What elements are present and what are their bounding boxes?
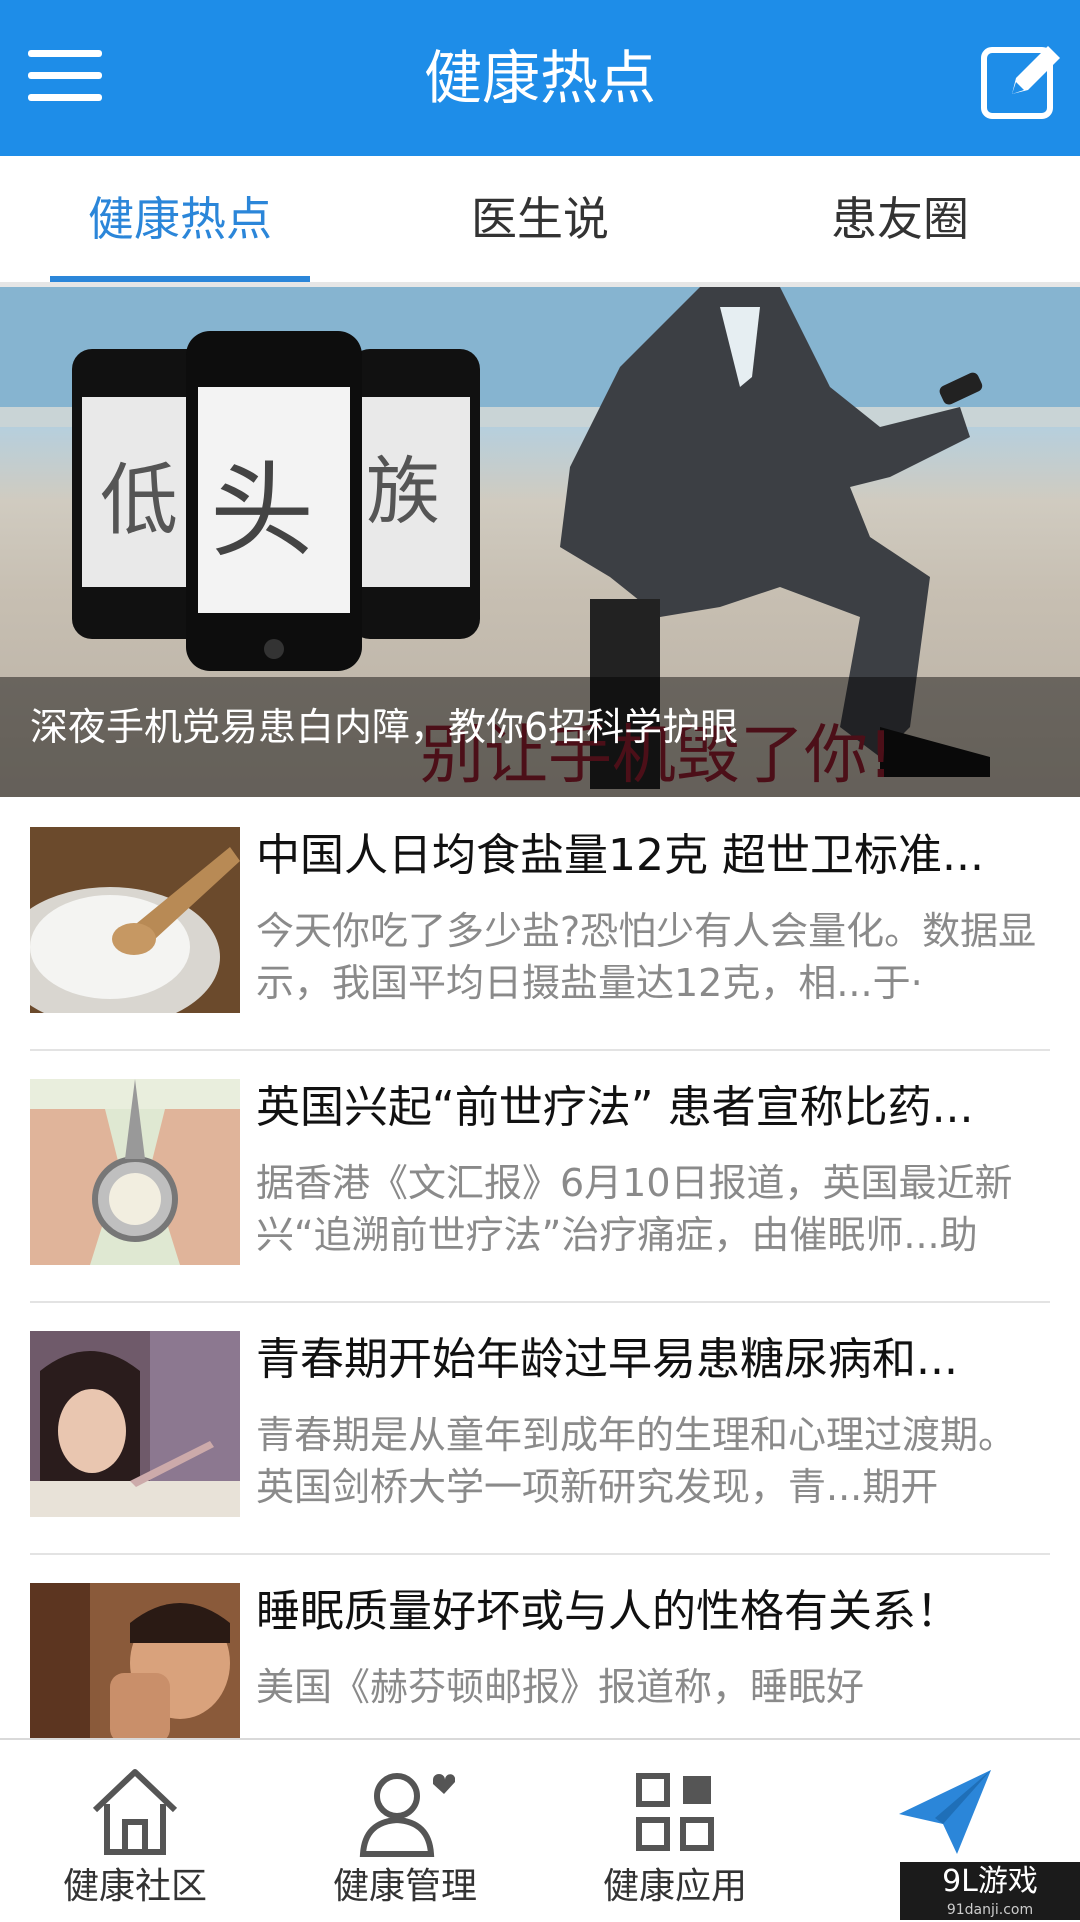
nav-label: 健康社区 xyxy=(62,1866,207,1907)
banner-caption: 深夜手机党易患白内障，教你6招科学护眼 xyxy=(30,705,739,749)
nav-health-apps[interactable]: 健康应用 xyxy=(540,1740,810,1922)
news-item[interactable]: 青春期开始年龄过早易患糖尿病和... 青春期是从童年到成年的生理和心理过渡期。英… xyxy=(30,1301,1050,1555)
banner-phone-char-2: 头 xyxy=(210,450,314,572)
house-icon xyxy=(85,1762,185,1862)
news-thumbnail xyxy=(30,827,240,1013)
page-title: 健康热点 xyxy=(423,44,656,112)
tab-doctor-says[interactable]: 医生说 xyxy=(360,156,720,282)
tab-bar: 健康热点 医生说 患友圈 xyxy=(0,156,1080,288)
watermark-site: 91danji.com xyxy=(946,1902,1034,1918)
news-item[interactable]: 中国人日均食盐量12克 超世卫标准... 今天你吃了多少盐?恐怕少有人会量化。数… xyxy=(30,797,1050,1051)
news-item[interactable]: 英国兴起“前世疗法” 患者宣称比药... 据香港《文汇报》6月10日报道，英国最… xyxy=(30,1049,1050,1303)
banner-phone-char-3: 族 xyxy=(366,449,440,535)
apps-grid-icon xyxy=(625,1762,725,1862)
nav-label: 健康应用 xyxy=(602,1866,747,1907)
edit-icon[interactable] xyxy=(978,36,1068,126)
news-title: 睡眠质量好坏或与人的性格有关系！ xyxy=(256,1586,960,1637)
news-summary: 青春期是从童年到成年的生理和心理过渡期。英国剑桥大学一项新研究发现，青...期开 xyxy=(256,1413,1017,1509)
tab-patient-circle[interactable]: 患友圈 xyxy=(720,156,1080,282)
news-thumbnail xyxy=(30,1583,240,1738)
paper-plane-icon xyxy=(895,1762,995,1862)
active-tab-indicator xyxy=(50,276,310,282)
user-heart-icon xyxy=(355,1762,456,1862)
watermark-logo: 9L游戏 91danji.com xyxy=(900,1862,1080,1920)
banner-carousel[interactable]: 低 头 族 别让手机毁了你! 深夜手机党易患白内障，教你6招科学护眼 xyxy=(0,287,1080,797)
news-item[interactable]: 睡眠质量好坏或与人的性格有关系！ 美国《赫芬顿邮报》报道称，睡眠好 xyxy=(30,1553,1050,1738)
nav-health-management[interactable]: 健康管理 xyxy=(270,1740,540,1922)
news-summary: 今天你吃了多少盐?恐怕少有人会量化。数据显示，我国平均日摄盐量达12克，相...… xyxy=(256,909,1037,1005)
news-summary: 美国《赫芬顿邮报》报道称，睡眠好 xyxy=(256,1665,865,1709)
news-title: 英国兴起“前世疗法” 患者宣称比药... xyxy=(256,1082,974,1133)
news-summary: 据香港《文汇报》6月10日报道，英国最近新兴“追溯前世疗法”治疗痛症，由催眠师.… xyxy=(256,1161,1013,1257)
app-bar: 健康热点 xyxy=(0,0,1080,156)
tab-health-hotspot[interactable]: 健康热点 xyxy=(0,156,360,282)
banner-phone-char-1: 低 xyxy=(100,456,178,546)
news-thumbnail xyxy=(30,1079,240,1265)
news-title: 青春期开始年龄过早易患糖尿病和... xyxy=(256,1334,958,1385)
news-title: 中国人日均食盐量12克 超世卫标准... xyxy=(256,830,984,881)
news-thumbnail xyxy=(30,1331,240,1517)
watermark-brand: 9L游戏 xyxy=(942,1864,1038,1899)
nav-label: 健康管理 xyxy=(332,1866,477,1907)
nav-health-community[interactable]: 健康社区 xyxy=(0,1740,270,1922)
